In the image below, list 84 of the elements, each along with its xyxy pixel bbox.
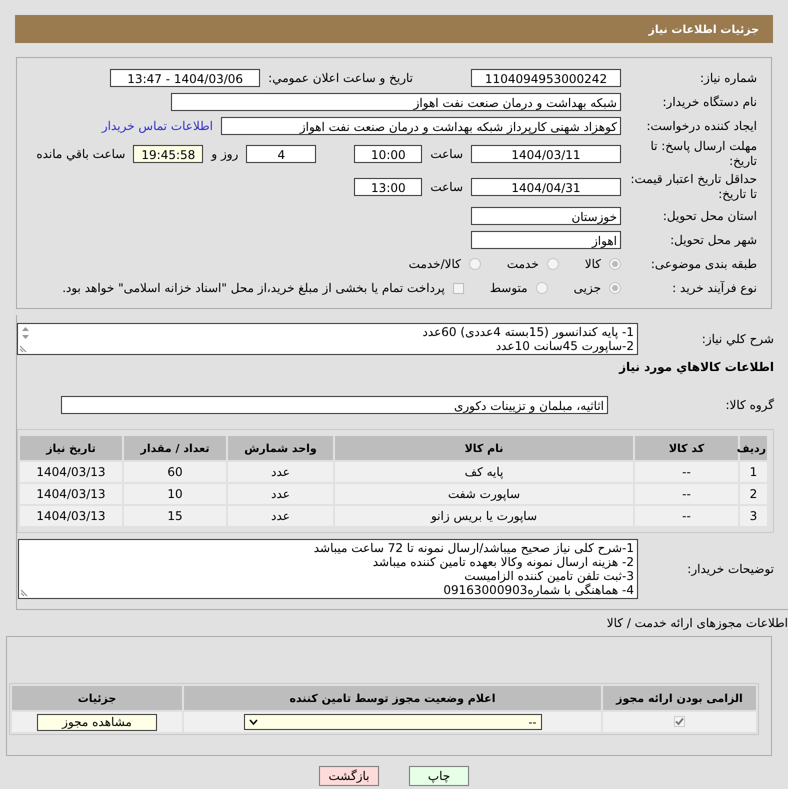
field-label: ساعت xyxy=(429,147,464,161)
field-label: ایجاد کننده درخواست: xyxy=(645,118,757,134)
time-field: 10:00 xyxy=(354,145,422,163)
field-label: شهر محل تحویل: xyxy=(669,232,757,248)
table-cell: پایه کف xyxy=(335,462,633,482)
page-title: جزئیات اطلاعات نیاز xyxy=(648,22,759,36)
print-button[interactable]: چاپ xyxy=(409,766,469,786)
remaining-time-field: 19:45:58 xyxy=(133,145,204,163)
table-cell: 1 xyxy=(740,462,767,482)
field-label: روز و xyxy=(210,147,240,161)
radio-button[interactable] xyxy=(546,258,559,270)
table-cell: عدد xyxy=(228,484,333,504)
time-field: 13:00 xyxy=(354,178,422,196)
section-title: اطلاعات مجوزهای ارائه خدمت / کالا xyxy=(606,616,788,630)
city-field: اهواز xyxy=(471,231,621,249)
field-label: تاریخ و ساعت اعلان عمومي: xyxy=(267,71,414,85)
table-cell: 15 xyxy=(124,506,226,526)
field-label: شماره نیاز: xyxy=(699,70,757,86)
table-cell: عدد xyxy=(228,462,333,482)
table-cell: -- xyxy=(635,462,738,482)
table-cell: 2 xyxy=(740,484,767,504)
radio-button[interactable] xyxy=(609,258,621,270)
days-field: 4 xyxy=(246,145,316,163)
column-header: واحد شمارش xyxy=(228,436,333,460)
table-cell: 1404/03/13 xyxy=(20,484,122,504)
buyer-notes-field[interactable]: 1-شرح کلی نیاز صحیح میباشد/ارسال نمونه تا 72 ساعت میباشد 2- هزینه ارسال نمونه وکالا بعهده تامین کننده میباشد 3-ثبت تلفن تامین کننده الزامیست 4- هماهنگی با شماره09163000903 xyxy=(18,539,638,599)
radio-label: متوسط xyxy=(490,281,528,295)
table-cell: ساپورت یا بریس زانو xyxy=(335,506,633,526)
column-header: الزامی بودن ارائه مجوز xyxy=(603,686,756,710)
checkbox-label: پرداخت تمام یا بخشی از مبلغ خرید،از محل "اسناد خزانه اسلامی" خواهد بود. xyxy=(62,281,445,295)
field-label: مهلت ارسال پاسخ: تا تاریخ: xyxy=(649,139,757,169)
field-label: ساعت xyxy=(429,180,464,194)
table-cell: 1404/03/13 xyxy=(20,506,122,526)
table-cell: 60 xyxy=(124,462,226,482)
need-number-field: 1104094953000242 xyxy=(471,69,621,87)
radio-button[interactable] xyxy=(468,258,481,270)
field-label: شرح کلي نیاز: xyxy=(700,332,774,346)
description-field[interactable]: 1- پایه کندانسور (15بسته 4عددی) 60عدد 2-ساپورت 45سانت 10عدد xyxy=(17,323,638,355)
column-header: تعداد / مقدار xyxy=(124,436,226,460)
table-cell: ساپورت شفت xyxy=(335,484,633,504)
radio-button[interactable] xyxy=(609,282,621,294)
table-cell: عدد xyxy=(228,506,333,526)
back-button[interactable]: بازگشت xyxy=(319,766,379,786)
column-header: ردیف xyxy=(740,436,767,460)
resize-grip-icon xyxy=(19,345,27,353)
table-cell: -- xyxy=(635,484,738,504)
column-header: تاریخ نیاز xyxy=(20,436,122,460)
column-header: نام کالا xyxy=(335,436,633,460)
column-header: اعلام وضعیت مجوز توسط تامین کننده xyxy=(184,686,601,710)
announce-date-field: 1404/03/06 - 13:47 xyxy=(110,69,260,87)
checkbox[interactable] xyxy=(452,282,464,294)
field-label: استان محل تحویل: xyxy=(662,208,757,224)
table-cell: 1404/03/13 xyxy=(20,462,122,482)
section-title: اطلاعات کالاهاي مورد نیاز xyxy=(619,360,774,374)
field-label: نام دستگاه خریدار: xyxy=(662,94,757,110)
table-cell: 10 xyxy=(124,484,226,504)
field-label: گروه کالا: xyxy=(724,398,774,412)
radio-label: جزیی xyxy=(574,281,601,295)
buyer-org-field: شبکه بهداشت و درمان صنعت نفت اهواز xyxy=(171,93,621,111)
field-label: ساعت باقي مانده xyxy=(35,147,126,161)
field-label: نوع فرآیند خرید : xyxy=(671,280,757,296)
field-label: طبقه بندی موضوعی: xyxy=(650,256,757,272)
table-cell: 3 xyxy=(740,506,767,526)
radio-button[interactable] xyxy=(536,282,548,294)
radio-label: کالا/خدمت xyxy=(408,257,461,271)
chevron-down-icon xyxy=(248,719,258,725)
view-permit-button[interactable]: مشاهده مجوز xyxy=(37,714,157,730)
contact-link[interactable]: اطلاعات تماس خریدار xyxy=(94,119,221,133)
province-field: خوزستان xyxy=(471,207,621,225)
scroll-arrows-icon xyxy=(20,325,31,341)
date-field: 1404/04/31 xyxy=(471,178,621,196)
field-label: حداقل تاریخ اعتبار قیمت: تا تاریخ: xyxy=(629,172,757,202)
table-cell: -- xyxy=(635,506,738,526)
column-header: کد کالا xyxy=(635,436,738,460)
resize-grip-icon xyxy=(20,589,28,597)
radio-label: خدمت xyxy=(506,257,539,271)
field-label: توضیحات خریدار: xyxy=(686,562,774,576)
radio-label: کالا xyxy=(584,257,601,271)
date-field: 1404/03/11 xyxy=(471,145,621,163)
status-dropdown[interactable]: -- xyxy=(244,714,542,730)
column-header: جزئیات xyxy=(12,686,182,710)
checkbox[interactable] xyxy=(674,716,685,727)
requester-field: کوهزاد شهنی کارپرداز شبکه بهداشت و درمان صنعت نفت اهواز xyxy=(221,117,621,135)
goods-group-field: اثاثیه، مبلمان و تزیینات دکوری xyxy=(61,396,608,414)
